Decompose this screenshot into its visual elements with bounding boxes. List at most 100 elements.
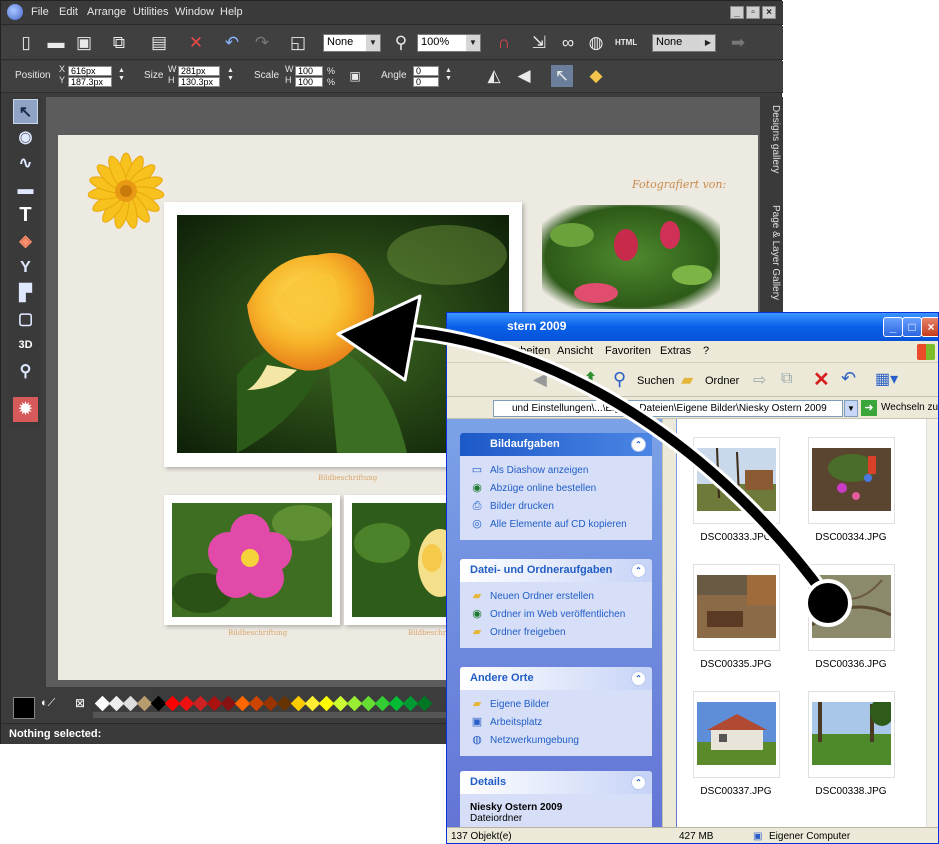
yellow-flower-frame[interactable] bbox=[344, 495, 454, 625]
zoom-icon[interactable]: ⚲ bbox=[390, 32, 412, 54]
restore-button[interactable]: ▫ bbox=[746, 6, 760, 19]
chevron-up-icon[interactable]: ⌃ bbox=[631, 437, 646, 452]
menu-file[interactable]: File bbox=[31, 6, 49, 18]
minimize-button[interactable]: _ bbox=[730, 6, 744, 19]
size-spinner[interactable]: ▲ ▼ bbox=[227, 67, 235, 83]
designs-gallery-tab[interactable]: Designs gallery bbox=[763, 105, 781, 173]
current-colour-swatch[interactable] bbox=[13, 697, 35, 719]
copy-to-icon[interactable]: ⧉ bbox=[781, 370, 792, 388]
file-name[interactable]: DSC00333.JPG bbox=[686, 532, 786, 543]
task-print[interactable]: ⎙ Bilder drucken bbox=[470, 498, 652, 516]
chevron-up-icon[interactable]: ⌃ bbox=[631, 775, 646, 790]
freehand-tool-icon[interactable]: ∿ bbox=[13, 151, 38, 176]
new-document-icon[interactable]: ▯ bbox=[15, 32, 37, 54]
file-name[interactable]: DSC00336.JPG bbox=[801, 659, 901, 670]
task-copy-cd[interactable]: ◎ Alle Elemente auf CD kopieren bbox=[470, 516, 652, 534]
angle-field-2[interactable]: 0 bbox=[413, 77, 439, 87]
selector-tool-icon[interactable]: ↖ bbox=[13, 99, 38, 124]
task-pane-scrollbar[interactable] bbox=[662, 419, 676, 827]
delete-icon[interactable]: ✕ bbox=[185, 32, 207, 54]
place-network[interactable]: ◍ Netzwerkumgebung bbox=[470, 732, 652, 750]
menu-help[interactable]: Help bbox=[220, 6, 243, 18]
paste-icon[interactable]: ▤ bbox=[148, 32, 170, 54]
mould-tool-icon[interactable]: ▢ bbox=[13, 307, 38, 332]
undo-icon[interactable]: ↶ bbox=[221, 32, 243, 54]
angle-field[interactable]: 0 bbox=[413, 66, 439, 76]
file-thumbnail[interactable] bbox=[808, 564, 895, 651]
place-my-computer[interactable]: ▣ Arbeitsplatz bbox=[470, 714, 652, 732]
x-position-field[interactable]: 616px bbox=[68, 66, 112, 76]
position-spinner[interactable]: ▲ ▼ bbox=[118, 67, 126, 83]
chevron-up-icon[interactable]: ⌃ bbox=[631, 671, 646, 686]
y-position-field[interactable]: 187.3px bbox=[68, 77, 112, 87]
magnet-icon[interactable]: ∩ bbox=[493, 32, 515, 54]
redo-icon[interactable]: ↷ bbox=[251, 32, 273, 54]
delete-icon[interactable]: ✕ bbox=[813, 367, 830, 392]
menu-ansicht[interactable]: Ansicht bbox=[557, 345, 593, 357]
menu-window[interactable]: Window bbox=[175, 6, 214, 18]
photo-tool-icon[interactable]: ◉ bbox=[13, 125, 38, 150]
lock-aspect-icon[interactable]: ▣ bbox=[344, 65, 366, 87]
chevron-down-icon[interactable]: ▼ bbox=[844, 400, 858, 417]
panel-header[interactable]: Datei- und Ordneraufgaben ⌃ bbox=[460, 559, 652, 582]
minimize-button[interactable]: _ bbox=[883, 317, 903, 337]
transparency-tool-icon[interactable]: Y bbox=[13, 255, 38, 280]
colour-picker-icon[interactable]: ◐⟋ bbox=[41, 697, 55, 710]
move-to-icon[interactable]: ⇨ bbox=[753, 370, 766, 390]
menu-bearbeiten[interactable]: Bearbeiten bbox=[497, 345, 550, 357]
save-icon[interactable]: ▣ bbox=[73, 32, 95, 54]
file-name[interactable]: DSC00337.JPG bbox=[686, 786, 786, 797]
angle-spinner[interactable]: ▲ ▼ bbox=[445, 67, 453, 83]
file-thumbnail[interactable] bbox=[808, 691, 895, 778]
link-icon[interactable]: ∞ bbox=[557, 32, 579, 54]
zoom-combo[interactable]: 100% ▼ bbox=[417, 34, 481, 52]
publish-icon[interactable]: ⇲ bbox=[528, 32, 550, 54]
file-name[interactable]: DSC00338.JPG bbox=[801, 786, 901, 797]
panel-header[interactable]: Andere Orte ⌃ bbox=[460, 667, 652, 690]
menu-edit[interactable]: Edit bbox=[59, 6, 78, 18]
panel-header[interactable]: Bildaufgaben ⌃ bbox=[460, 433, 652, 456]
zoom-tool-icon[interactable]: ⚲ bbox=[13, 359, 38, 384]
photo-caption[interactable]: Bildbeschriftung bbox=[228, 629, 287, 637]
import-icon[interactable]: ◱ bbox=[287, 32, 309, 54]
file-view[interactable]: DSC00333.JPG DSC00334.JPG DSC00335.JPG D… bbox=[677, 419, 938, 827]
flip-vertical-icon[interactable]: ◀ bbox=[513, 65, 535, 87]
place-my-pictures[interactable]: ▰ Eigene Bilder bbox=[470, 696, 652, 714]
menu-arrange[interactable]: Arrange bbox=[87, 6, 126, 18]
3d-tool-icon[interactable]: 3D bbox=[13, 333, 38, 358]
photo-caption[interactable]: Bildbeschriftung bbox=[318, 474, 377, 482]
style-combo[interactable]: None ▶ bbox=[652, 34, 716, 52]
open-folder-icon[interactable]: ▬ bbox=[45, 32, 67, 54]
web-preview-icon[interactable]: ◍ bbox=[585, 32, 607, 54]
arrow-right-icon[interactable]: ➡ bbox=[727, 32, 749, 54]
search-button[interactable]: Suchen bbox=[637, 375, 674, 387]
views-icon[interactable]: ▦▾ bbox=[875, 369, 898, 389]
file-thumbnail[interactable] bbox=[693, 564, 780, 651]
menu-help[interactable]: ? bbox=[703, 345, 709, 357]
no-colour-icon[interactable]: ⊠ bbox=[75, 696, 85, 710]
tag-icon[interactable]: ◆ bbox=[585, 65, 607, 87]
text-tool-icon[interactable]: T bbox=[13, 203, 38, 228]
select-inside-icon[interactable]: ↖ bbox=[551, 65, 573, 87]
chevron-up-icon[interactable]: ⌃ bbox=[631, 563, 646, 578]
folders-button[interactable]: Ordner bbox=[705, 375, 739, 387]
folder-icon[interactable]: ▰ bbox=[681, 370, 693, 390]
copy-icon[interactable]: ⧉ bbox=[108, 32, 130, 54]
file-thumbnail[interactable] bbox=[808, 437, 895, 524]
back-icon[interactable]: ◀ bbox=[533, 369, 547, 390]
go-arrow-icon[interactable]: ➜ bbox=[861, 400, 877, 416]
xara-app-icon[interactable] bbox=[7, 4, 23, 20]
menu-utilities[interactable]: Utilities bbox=[133, 6, 168, 18]
height-field[interactable]: 130.3px bbox=[178, 77, 220, 87]
page-layer-gallery-tab[interactable]: Page & Layer Gallery bbox=[763, 205, 781, 300]
scale-height-field[interactable]: 100 bbox=[295, 77, 323, 87]
task-share-folder[interactable]: ▰ Ordner freigeben bbox=[470, 624, 652, 642]
task-order-prints[interactable]: ◉ Abzüge online bestellen bbox=[470, 480, 652, 498]
sunflower-graphic[interactable] bbox=[86, 151, 166, 231]
file-thumbnail[interactable] bbox=[693, 437, 780, 524]
task-new-folder[interactable]: ▰ Neuen Ordner erstellen bbox=[470, 588, 652, 606]
pink-flower-frame[interactable] bbox=[164, 495, 340, 625]
close-button[interactable]: × bbox=[921, 317, 938, 337]
shadow-tool-icon[interactable]: ▛ bbox=[13, 281, 38, 306]
rosebuds-photo[interactable] bbox=[542, 205, 720, 309]
